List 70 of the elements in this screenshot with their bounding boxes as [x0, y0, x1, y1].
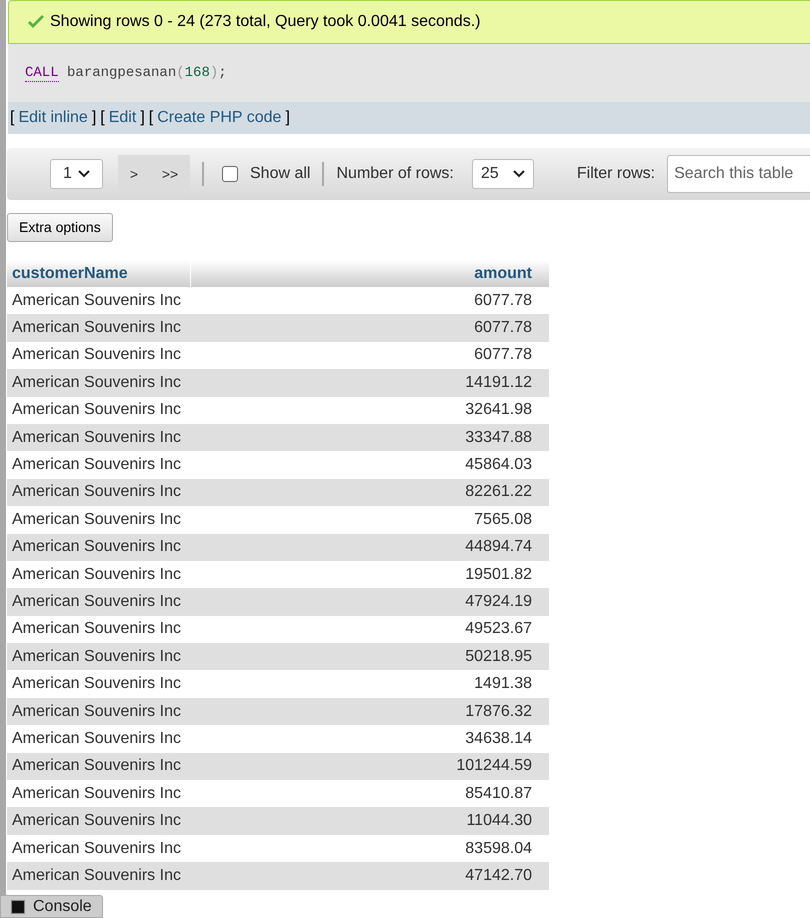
table-cell: 47142.70: [190, 862, 549, 890]
table-cell: 101244.59: [190, 752, 549, 780]
table-cell: American Souvenirs Inc: [7, 780, 190, 808]
extra-options-button[interactable]: Extra options: [7, 213, 113, 242]
table-cell: American Souvenirs Inc: [7, 834, 190, 862]
console-tab[interactable]: Console: [0, 895, 103, 918]
table-cell: 32641.98: [190, 396, 549, 424]
table-cell: 6077.78: [190, 287, 549, 314]
chevron-down-icon: [78, 170, 90, 178]
table-cell: American Souvenirs Inc: [7, 725, 190, 753]
table-cell: American Souvenirs Inc: [7, 478, 190, 506]
table-cell: 1491.38: [190, 670, 549, 698]
table-cell-text: 45864.03: [464, 455, 533, 476]
table-cell: American Souvenirs Inc: [7, 588, 190, 616]
table-cell: American Souvenirs Inc: [7, 807, 190, 835]
table-cell: American Souvenirs Inc: [7, 534, 190, 561]
table-cell: 47924.19: [190, 588, 549, 616]
checkmark-icon: [26, 14, 46, 30]
filter-label: Filter rows:: [576, 164, 656, 184]
table-cell: 83598.04: [190, 834, 549, 862]
sql-query: CALL barangpesanan(168);: [25, 64, 227, 84]
table-cell: American Souvenirs Inc: [7, 506, 190, 534]
table-cell: American Souvenirs Inc: [7, 698, 190, 726]
bracket: ]: [140, 108, 145, 128]
table-cell: American Souvenirs Inc: [7, 424, 190, 452]
table-cell: American Souvenirs Inc: [7, 560, 190, 588]
table-cell: 19501.82: [190, 560, 549, 588]
table-cell: 34638.14: [190, 725, 549, 753]
terminal-icon: [11, 900, 25, 914]
bracket: [: [10, 108, 14, 128]
table-cell: American Souvenirs Inc: [7, 752, 190, 780]
table-cell: 7565.08: [190, 506, 549, 534]
show-all-checkbox[interactable]: [222, 166, 238, 182]
column-header[interactable]: customerName: [7, 260, 190, 287]
bracket: ]: [92, 108, 96, 128]
table-cell: 44894.74: [190, 534, 549, 561]
column-header[interactable]: amount: [190, 260, 549, 287]
table-cell: American Souvenirs Inc: [7, 862, 190, 890]
table-cell: American Souvenirs Inc: [7, 287, 190, 314]
table-cell: American Souvenirs Inc: [7, 369, 190, 397]
table-cell: American Souvenirs Inc: [7, 670, 190, 698]
page-select[interactable]: 1: [50, 159, 103, 189]
table-cell: American Souvenirs Inc: [7, 314, 190, 342]
table-cell: 6077.78: [190, 342, 549, 370]
table-cell: American Souvenirs Inc: [7, 643, 190, 670]
table-cell: American Souvenirs Inc: [7, 342, 190, 370]
table-cell: 50218.95: [190, 643, 549, 670]
success-message: Showing rows 0 - 24 (273 total, Query took 0.0041 seconds.): [8, 0, 810, 44]
table-cell: 33347.88: [190, 424, 549, 452]
rows-label: Number of rows:: [336, 164, 454, 184]
show-all-label: Show all: [250, 164, 310, 184]
rows-select[interactable]: 25: [472, 159, 534, 189]
table-cell: American Souvenirs Inc: [7, 616, 190, 644]
bracket: [: [148, 108, 154, 128]
filter-field[interactable]: Search this table: [667, 155, 810, 193]
table-cell: 14191.12: [190, 369, 549, 397]
query-link[interactable]: Create PHP code: [157, 106, 282, 130]
chevron-down-icon: [512, 170, 525, 178]
bracket: [: [100, 108, 105, 128]
table-cell: 49523.67: [190, 616, 549, 644]
table-cell: 11044.30: [190, 807, 549, 835]
table-cell: 82261.22: [190, 478, 549, 506]
table-cell-text: American Souvenirs Inc: [11, 455, 182, 476]
table-cell: American Souvenirs Inc: [7, 396, 190, 424]
table-cell: 85410.87: [190, 780, 549, 808]
bracket: ]: [285, 108, 290, 128]
table-cell: 17876.32: [190, 698, 549, 726]
query-link[interactable]: Edit inline: [18, 106, 88, 130]
query-link[interactable]: Edit: [108, 106, 136, 130]
table-cell: 6077.78: [190, 314, 549, 342]
